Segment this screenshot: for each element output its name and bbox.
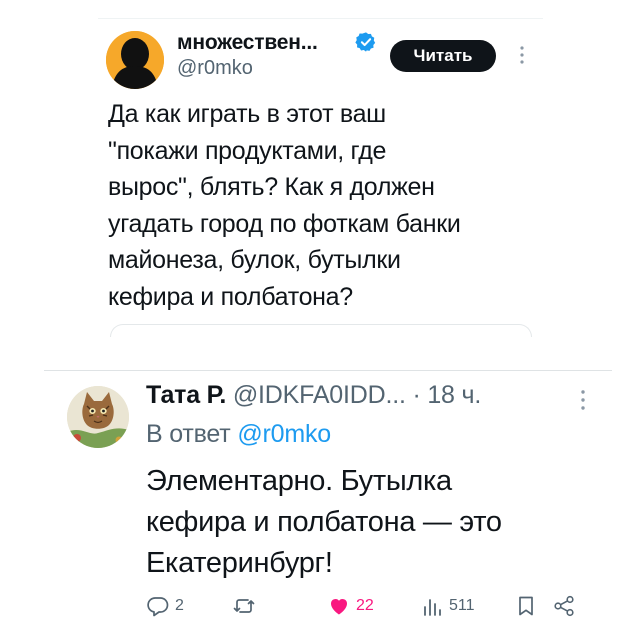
tweet-text: Да как играть в этот ваш "покажи продукт… xyxy=(108,100,461,311)
verified-badge-icon xyxy=(355,32,376,52)
retweet-icon xyxy=(233,599,255,613)
reply-icon xyxy=(147,597,169,617)
section-divider xyxy=(44,370,612,371)
top-divider xyxy=(98,18,543,19)
more-icon[interactable] xyxy=(514,44,530,66)
bookmark-button[interactable] xyxy=(514,592,538,620)
cat-avatar-icon xyxy=(67,386,129,448)
bookmark-icon xyxy=(519,596,533,616)
reply-to-handle-link[interactable]: @r0mko xyxy=(237,420,331,448)
author-avatar[interactable] xyxy=(106,31,164,89)
reply-to-prefix: В ответ xyxy=(146,420,231,448)
embedded-card-edge xyxy=(110,324,532,337)
reply-button[interactable]: 2 xyxy=(146,592,184,620)
share-button[interactable] xyxy=(552,592,576,620)
reply-count: 2 xyxy=(175,597,184,614)
reply-author-avatar[interactable] xyxy=(67,386,129,448)
views-button[interactable]: 511 xyxy=(420,592,475,620)
like-button[interactable]: 22 xyxy=(327,592,374,620)
author-handle[interactable]: @r0mko xyxy=(177,57,253,80)
reply-text: Элементарно. Бутылка кефира и полбатона … xyxy=(146,465,502,579)
avatar-silhouette-icon xyxy=(106,31,164,89)
views-icon xyxy=(424,599,441,616)
retweet-button[interactable] xyxy=(232,592,261,620)
reply-timestamp[interactable]: 18 ч. xyxy=(427,381,481,409)
more-icon[interactable] xyxy=(575,388,591,412)
reply-display-name[interactable]: Тата Р. xyxy=(146,381,226,409)
reply-dot-separator: · xyxy=(412,381,421,409)
author-display-name[interactable]: множествен... xyxy=(177,31,318,55)
views-count: 511 xyxy=(449,597,475,614)
like-icon xyxy=(331,599,347,615)
reply-header: Тата Р. @IDKFA0IDD... · 18 ч. xyxy=(146,381,481,410)
share-icon xyxy=(554,595,574,617)
follow-button[interactable]: Читать xyxy=(390,40,496,72)
reply-to-line: В ответ @r0mko xyxy=(146,420,331,449)
reply-handle[interactable]: @IDKFA0IDD... xyxy=(233,381,406,409)
like-count: 22 xyxy=(356,597,374,614)
